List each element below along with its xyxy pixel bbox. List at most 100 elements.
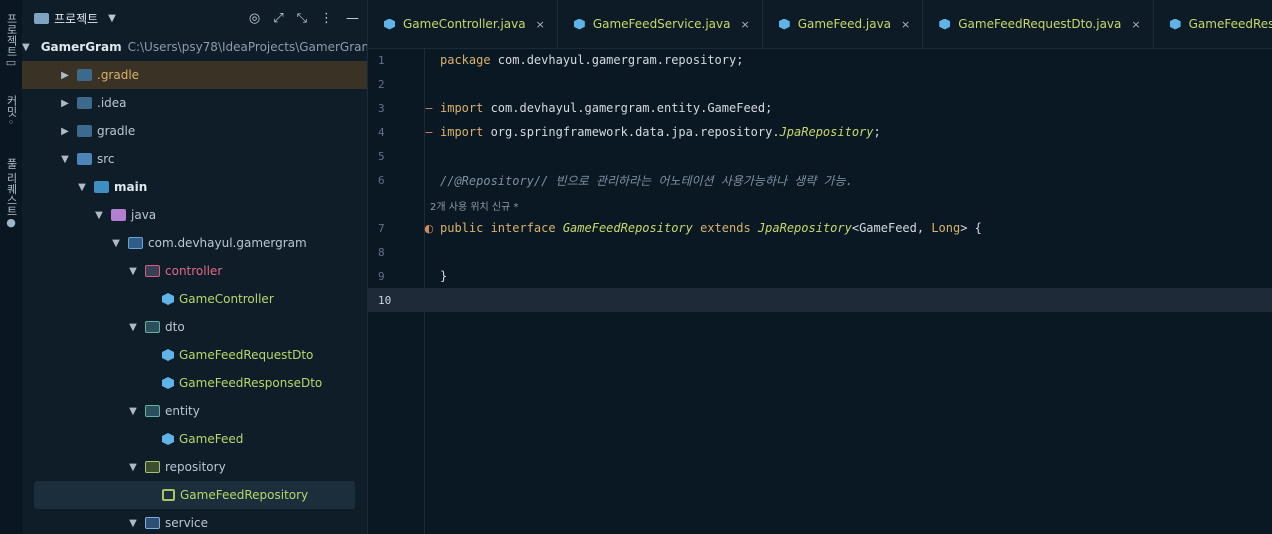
code-line[interactable]: 1 package com.devhayul.gamergram.reposito… xyxy=(368,48,1272,72)
expand-icon[interactable]: ⤢ xyxy=(273,11,283,26)
folder-icon xyxy=(145,265,160,277)
class-icon xyxy=(1169,18,1181,30)
close-icon[interactable]: × xyxy=(901,18,910,31)
strip-item-0[interactable]: 프로젝트 ▭ xyxy=(0,10,22,69)
close-icon[interactable]: × xyxy=(1131,18,1140,31)
project-path: C:\Users\psy78\IdeaProjects\GamerGram xyxy=(127,40,368,54)
collapse-icon[interactable]: ⤡ xyxy=(297,11,307,26)
project-panel-title[interactable]: 프로젝트 xyxy=(54,10,98,27)
chevron-down-icon[interactable]: ▼ xyxy=(127,322,139,333)
code-line[interactable]: 3 − import com.devhayul.gamergram.entity.G… xyxy=(368,96,1272,120)
chevron-down-icon[interactable]: ▼ xyxy=(108,13,116,24)
tool-window-strip: 프로젝트 ▭ 커밋 ◦ 풀 리퀘스트 ● xyxy=(0,0,23,534)
editor-tab[interactable]: GameFeed.java × xyxy=(763,0,924,48)
tree-row[interactable]: ▼ repository xyxy=(22,453,367,481)
line-number: 4 xyxy=(378,125,385,139)
chevron-down-icon[interactable]: ▼ xyxy=(127,406,139,417)
chevron-down-icon[interactable]: ▼ xyxy=(127,462,139,473)
editor-tab[interactable]: GameFeedRequestDto.java × xyxy=(923,0,1154,48)
tree-row[interactable]: ▼ service xyxy=(22,509,367,534)
editor-tab[interactable]: GameFeedResponseDto.java xyxy=(1154,0,1272,48)
close-icon[interactable]: × xyxy=(536,18,545,31)
tree-label: GameFeed xyxy=(179,432,244,446)
code-line[interactable]: 9} xyxy=(368,264,1272,288)
tree-label: main xyxy=(114,180,148,194)
line-number: 3 xyxy=(378,101,385,115)
code-line[interactable]: 7 ◐ public interface GameFeedRepository ex… xyxy=(368,216,1272,240)
chevron-down-icon[interactable]: ▼ xyxy=(59,154,71,165)
class-icon xyxy=(778,18,790,30)
editor-tab[interactable]: GameController.java × xyxy=(368,0,558,48)
tree-row[interactable]: ▶ gradle xyxy=(22,117,367,145)
class-icon xyxy=(162,293,174,305)
code-line[interactable]: 8 xyxy=(368,240,1272,264)
tree-row[interactable]: ▼ dto xyxy=(22,313,367,341)
folder-icon xyxy=(128,237,143,249)
tab-label: GameFeedResponseDto.java xyxy=(1188,17,1272,31)
chevron-down-icon[interactable]: ▼ xyxy=(22,42,30,53)
folder-icon xyxy=(145,405,160,417)
tree-label: GamerGram xyxy=(40,40,122,54)
chevron-down-icon[interactable]: ▼ xyxy=(93,210,105,221)
line-number: 9 xyxy=(378,269,385,283)
chevron-down-icon[interactable]: ▼ xyxy=(127,518,139,529)
code-text: //@Repository// 빈으로 관리하라는 어노테이션 사용가능하나 생… xyxy=(440,173,853,188)
tree-row[interactable]: GameFeedResponseDto xyxy=(22,369,367,397)
chevron-down-icon[interactable]: ▼ xyxy=(110,238,122,249)
folder-icon xyxy=(34,12,49,24)
tree-row[interactable]: ▼ java xyxy=(22,201,367,229)
close-icon[interactable]: × xyxy=(741,18,750,31)
code-line[interactable]: 4 − import org.springframework.data.jpa.re… xyxy=(368,120,1272,144)
tree-row[interactable]: ▼ src xyxy=(22,145,367,173)
code-line[interactable]: 6 //@Repository// 빈으로 관리하라는 어노테이션 사용가능하나 … xyxy=(368,168,1272,192)
fold-icon[interactable]: − xyxy=(418,126,440,139)
code-line[interactable]: 5 xyxy=(368,144,1272,168)
chevron-right-icon[interactable]: ▶ xyxy=(59,98,71,109)
minimize-icon[interactable]: — xyxy=(346,11,359,26)
code-editor: GameController.java × GameFeedService.java… xyxy=(368,0,1272,534)
class-icon xyxy=(162,349,174,361)
line-number: 6 xyxy=(378,173,385,187)
fold-icon[interactable]: − xyxy=(418,102,440,115)
code-line[interactable]: 10 xyxy=(368,288,1272,312)
chevron-right-icon[interactable]: ▶ xyxy=(59,70,71,81)
code-line[interactable]: 2 xyxy=(368,72,1272,96)
tree-label: GameFeedResponseDto xyxy=(179,376,323,390)
tree-row[interactable]: GameController xyxy=(22,285,367,313)
tree-row[interactable]: ▼ controller xyxy=(22,257,367,285)
tree-row[interactable]: GameFeedRequestDto xyxy=(22,341,367,369)
more-icon[interactable]: ⋮ xyxy=(320,11,333,26)
strip-item-1[interactable]: 커밋 ◦ xyxy=(0,92,22,129)
tree-label: .idea xyxy=(97,96,127,110)
tree-label: src xyxy=(97,152,115,166)
tree-row[interactable]: ▼ main xyxy=(22,173,367,201)
strip-label: 풀 리퀘스트 xyxy=(5,158,18,217)
tree-row[interactable]: GameFeed xyxy=(22,425,367,453)
folder-icon xyxy=(145,517,160,529)
folder-icon xyxy=(111,209,126,221)
tree-row[interactable]: GameFeedRepository xyxy=(34,481,355,509)
strip-label: 커밋 xyxy=(5,95,18,117)
strip-item-2[interactable]: 풀 리퀘스트 ● xyxy=(0,155,22,229)
usages-hint[interactable]: 2개 사용 위치 신규 * xyxy=(430,198,518,213)
code-text: import com.devhayul.gamergram.entity.Gam… xyxy=(440,101,773,115)
tree-row[interactable]: ▼ GamerGram C:\Users\psy78\IdeaProjects\Ga… xyxy=(22,33,367,61)
tree-row[interactable]: ▶ .gradle xyxy=(22,61,367,89)
tree-label: service xyxy=(165,516,208,530)
usage-icon[interactable]: ◐ xyxy=(418,222,440,235)
tree-row[interactable]: ▼ com.devhayul.gamergram xyxy=(22,229,367,257)
chevron-down-icon[interactable]: ▼ xyxy=(127,266,139,277)
class-icon xyxy=(939,18,951,30)
target-icon[interactable]: ◎ xyxy=(249,11,260,26)
github-icon: ● xyxy=(6,215,16,229)
code-text: public interface GameFeedRepository exte… xyxy=(440,221,982,235)
tree-row[interactable]: ▼ entity xyxy=(22,397,367,425)
tree-label: java xyxy=(131,208,157,222)
tree-row[interactable]: ▶ .idea xyxy=(22,89,367,117)
chevron-right-icon[interactable]: ▶ xyxy=(59,126,71,137)
tab-label: GameController.java xyxy=(403,17,526,31)
editor-tab[interactable]: GameFeedService.java × xyxy=(558,0,763,48)
chevron-down-icon[interactable]: ▼ xyxy=(76,182,88,193)
editor-tabs: GameController.java × GameFeedService.java… xyxy=(368,0,1272,49)
tree-label: controller xyxy=(165,264,223,278)
